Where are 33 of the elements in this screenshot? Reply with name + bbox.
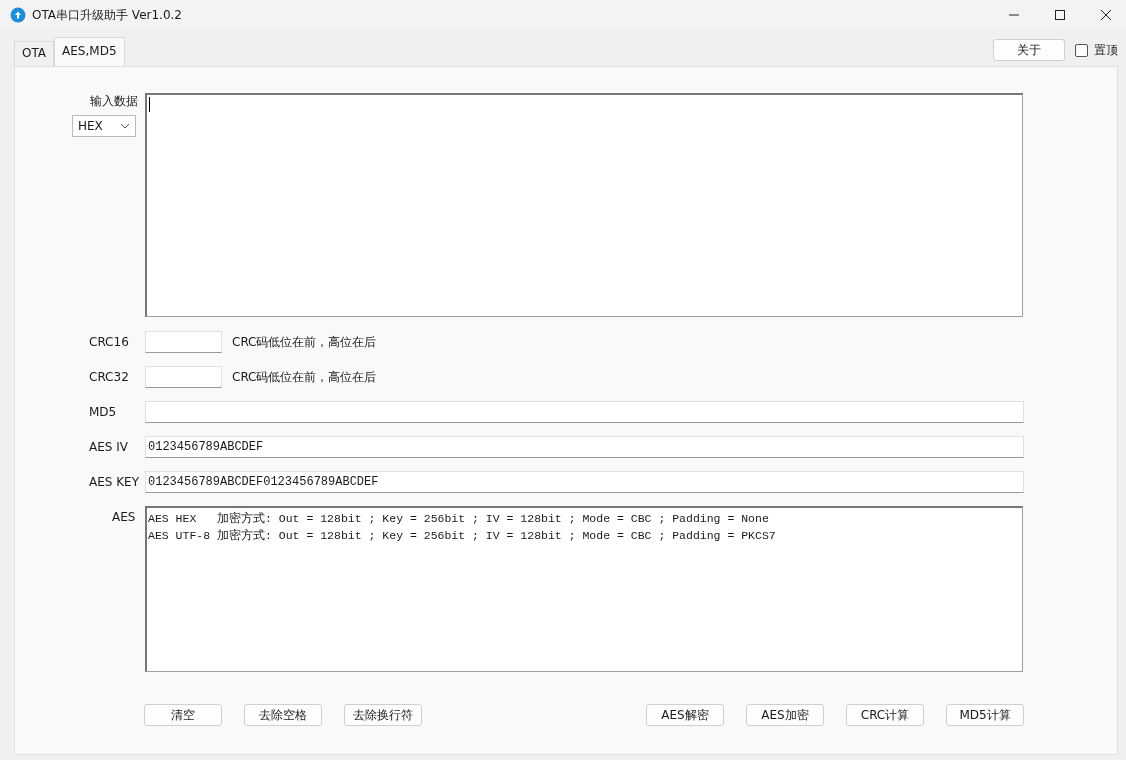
field-label: MD5: [89, 405, 117, 419]
checkbox[interactable]: [1075, 43, 1088, 57]
action-button[interactable]: CRC计算: [846, 704, 924, 726]
action-button[interactable]: AES解密: [646, 704, 724, 726]
input-field[interactable]: 0123456789ABCDEF0123456789ABCDEF: [145, 471, 1024, 493]
hint-text: CRC码低位在前，高位在后: [232, 333, 377, 351]
format-dropdown[interactable]: HEX: [72, 115, 136, 137]
tab[interactable]: OTA: [14, 41, 55, 66]
field-label: AES: [112, 510, 136, 524]
output-text-area[interactable]: AES HEX 加密方式: Out = 128bit ; Key = 256bit ; IV = 128bit ; Mode = CBC ; Padding = None AES UTF-8 加密方式: Out = 128bit ; Key = 256bit ; IV = 128bit ; Mode = CBC ; Padding = PKCS7: [145, 506, 1023, 672]
field-label: AES IV: [89, 440, 128, 454]
output-line: AES UTF-8 加密方式: Out = 128bit ; Key = 256bit ; IV = 128bit ; Mode = CBC ; Padding = PKCS7: [148, 528, 777, 544]
field-label: AES KEY: [89, 475, 139, 489]
field-label: CRC16: [89, 335, 129, 349]
action-button[interactable]: 去除空格: [244, 704, 322, 726]
action-button[interactable]: 去除换行符: [344, 704, 422, 726]
action-button[interactable]: MD5计算: [946, 704, 1024, 726]
maximize-icon[interactable]: [1054, 9, 1066, 21]
app-icon: [10, 7, 26, 23]
hint-text: CRC码低位在前，高位在后: [232, 368, 377, 386]
input-field[interactable]: [145, 93, 1023, 317]
field-label: CRC32: [89, 370, 129, 384]
about-button[interactable]: 关于: [993, 39, 1065, 61]
input-field[interactable]: 0123456789ABCDEF: [145, 436, 1024, 458]
window-title: OTA串口升级助手 Ver1.0.2: [32, 6, 182, 24]
caret-icon: [120, 123, 130, 129]
checkbox-label: 置顶: [1094, 41, 1118, 59]
field-label: 输入数据: [88, 93, 138, 110]
close-icon[interactable]: [1100, 9, 1112, 21]
action-button[interactable]: AES加密: [746, 704, 824, 726]
output-line: AES HEX 加密方式: Out = 128bit ; Key = 256bit ; IV = 128bit ; Mode = CBC ; Padding = None: [148, 511, 770, 527]
action-button[interactable]: 清空: [144, 704, 222, 726]
tab[interactable]: AES,MD5: [54, 37, 125, 66]
